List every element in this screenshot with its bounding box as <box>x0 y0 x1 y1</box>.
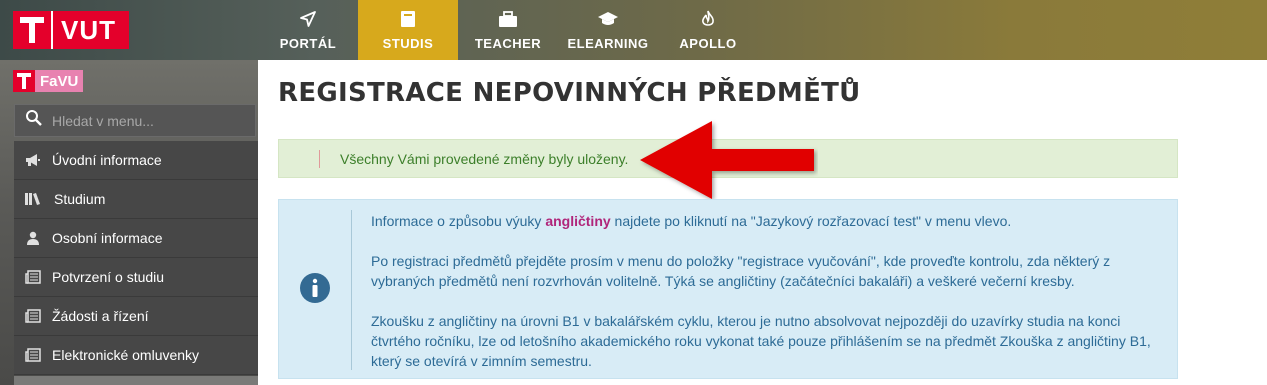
sidebar-menu: Úvodní informace Studium Osobní informac… <box>14 141 258 375</box>
flame-icon <box>700 8 716 30</box>
sidebar-menu-divider <box>14 376 258 385</box>
info-paragraph-2: Po registraci předmětů přejděte prosím v… <box>371 253 1111 289</box>
faculty-t-icon <box>13 70 35 92</box>
info-text: Informace o způsobu výuky angličtiny naj… <box>371 211 1161 385</box>
sidebar-item-osobni-informace[interactable]: Osobní informace <box>14 219 258 258</box>
logo-text: VUT <box>61 14 116 45</box>
sidebar-item-label: Žádosti a řízení <box>52 308 149 324</box>
nav-label: APOLLO <box>679 36 737 51</box>
info-icon <box>299 272 331 309</box>
vut-t-icon <box>13 11 51 49</box>
paper-plane-icon <box>299 8 317 30</box>
nav-label: STUDIS <box>382 36 434 51</box>
nav-label: TEACHER <box>474 36 542 51</box>
info-icon-column <box>279 200 351 380</box>
sidebar-item-label: Studium <box>54 191 106 207</box>
user-icon <box>14 231 52 245</box>
main-content: REGISTRACE NEPOVINNÝCH PŘEDMĚTŮ Všechny … <box>258 60 1267 385</box>
nav-teacher[interactable]: TEACHER <box>458 0 558 60</box>
graduation-cap-icon <box>597 8 619 30</box>
newspaper-icon <box>14 270 52 284</box>
nav-label: PORTÁL <box>279 36 337 51</box>
info-paragraph-1: Informace o způsobu výuky angličtiny naj… <box>371 211 1161 231</box>
sidebar-item-label: Potvrzení o studiu <box>52 269 165 285</box>
newspaper-icon <box>14 309 52 323</box>
nav-portal[interactable]: PORTÁL <box>258 0 358 60</box>
search-icon <box>25 109 43 132</box>
nav-studis[interactable]: STUDIS <box>358 0 458 60</box>
nav-apollo[interactable]: APOLLO <box>658 0 758 60</box>
main-nav: PORTÁL STUDIS TEACHER ELEARNING APOLLO <box>258 0 758 60</box>
sidebar-item-studium[interactable]: Studium <box>14 180 258 219</box>
menu-search[interactable]: Hledat v menu... <box>14 104 256 137</box>
info-paragraph-3: Zkoušku z angličtiny na úrovni B1 v baka… <box>371 313 1151 369</box>
sidebar-item-label: Elektronické omluvenky <box>52 347 200 363</box>
sidebar: FaVU Hledat v menu... Úvodní informace S… <box>0 60 258 385</box>
page-title: REGISTRACE NEPOVINNÝCH PŘEDMĚTŮ <box>278 78 861 108</box>
info-text-segment: Informace o způsobu výuky <box>371 213 546 229</box>
faculty-name: FaVU <box>35 70 84 92</box>
search-input[interactable]: Hledat v menu... <box>52 113 154 129</box>
briefcase-icon <box>498 8 518 30</box>
vut-logo[interactable]: VUT <box>13 11 129 49</box>
book-icon <box>400 8 416 30</box>
nav-elearning[interactable]: ELEARNING <box>558 0 658 60</box>
nav-label: ELEARNING <box>567 36 649 51</box>
sidebar-item-label: Osobní informace <box>52 230 163 246</box>
info-highlight: angličtiny <box>545 213 611 229</box>
sidebar-item-zadosti-a-rizeni[interactable]: Žádosti a řízení <box>14 297 258 336</box>
sidebar-item-elektronicke-omluvenky[interactable]: Elektronické omluvenky <box>14 336 258 375</box>
megaphone-icon <box>14 153 52 167</box>
books-icon <box>14 192 52 206</box>
info-divider <box>351 210 352 370</box>
sidebar-item-uvodni-informace[interactable]: Úvodní informace <box>14 141 258 180</box>
faculty-logo[interactable]: FaVU <box>13 70 84 92</box>
info-alert: Informace o způsobu výuky angličtiny naj… <box>278 199 1178 379</box>
success-message: Všechny Vámi provedené změny byly uložen… <box>340 150 629 167</box>
info-text-segment: najdete po kliknutí na "Jazykový rozřazo… <box>610 213 1012 229</box>
sidebar-item-potvrzeni-o-studiu[interactable]: Potvrzení o studiu <box>14 258 258 297</box>
red-arrow-annotation <box>640 121 814 199</box>
sidebar-item-label: Úvodní informace <box>52 152 162 168</box>
alert-divider <box>319 149 320 168</box>
newspaper-icon <box>14 348 52 362</box>
top-bar: VUT PORTÁL STUDIS TEACHER ELEARNING APOL… <box>0 0 1267 60</box>
